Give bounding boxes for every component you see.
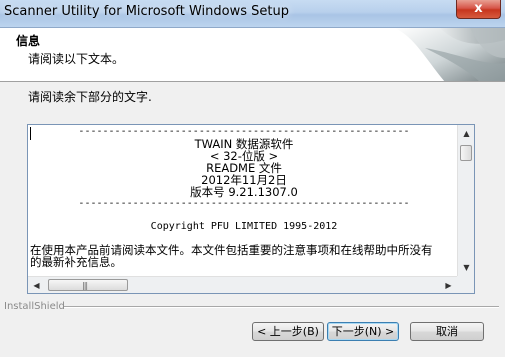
title-bar[interactable]: Scanner Utility for Microsoft Windows Se… xyxy=(0,0,505,28)
vertical-scrollbar[interactable]: ▲ ▼ xyxy=(457,125,474,276)
horizontal-scrollbar[interactable]: ◀ ||| ▶ xyxy=(28,276,457,293)
installshield-label: InstallShield xyxy=(4,301,65,312)
header-panel: 信息 请阅读以下文本。 xyxy=(0,28,505,82)
grip-icon: ||| xyxy=(82,281,88,290)
vertical-scroll-thumb[interactable] xyxy=(460,145,472,161)
page-subtitle: 请阅读以下文本。 xyxy=(28,52,125,66)
scroll-left-icon[interactable]: ◀ xyxy=(28,277,45,294)
readme-textbox[interactable]: ----------------------------------------… xyxy=(27,124,475,294)
close-icon: x xyxy=(474,1,483,16)
page-title: 信息 xyxy=(16,34,41,48)
back-button[interactable]: < 上一步(B) xyxy=(252,322,324,341)
readme-line: Copyright PFU LIMITED 1995-2012 xyxy=(150,220,338,232)
scroll-up-icon[interactable]: ▲ xyxy=(458,125,475,142)
horizontal-scroll-thumb[interactable]: ||| xyxy=(48,279,128,291)
window-title: Scanner Utility for Microsoft Windows Se… xyxy=(4,4,289,19)
readme-line: README 文件 xyxy=(206,160,282,175)
readme-line: 在使用本产品前请阅读本文件。本文件包括重要的注意事项和在线帮助中所没有 xyxy=(30,242,433,257)
close-button[interactable]: x xyxy=(456,0,501,19)
readme-line: 的最新补充信息。 xyxy=(30,254,122,269)
scroll-down-icon[interactable]: ▼ xyxy=(458,259,475,276)
readme-line xyxy=(30,209,458,221)
readme-line: ----------------------------------------… xyxy=(78,126,410,137)
readme-line: TWAIN 数据源软件 xyxy=(194,136,294,151)
readme-line: ----------------------------------------… xyxy=(78,197,410,209)
readme-line: < 32-位版 > xyxy=(209,148,279,163)
setup-banner-graphic xyxy=(385,28,505,81)
readme-line xyxy=(30,232,458,244)
footer-divider xyxy=(64,306,499,308)
readme-content: ----------------------------------------… xyxy=(30,126,458,274)
scrollbar-corner xyxy=(457,276,474,293)
readme-line: 2012年11月2日 xyxy=(201,172,287,187)
scroll-right-icon[interactable]: ▶ xyxy=(440,277,457,294)
readme-line: 版本号 9.21.1307.0 xyxy=(190,184,298,199)
cancel-button[interactable]: 取消 xyxy=(410,322,484,341)
next-button[interactable]: 下一步(N) > xyxy=(327,322,399,341)
instruction-text: 请阅读余下部分的文字. xyxy=(28,90,152,104)
